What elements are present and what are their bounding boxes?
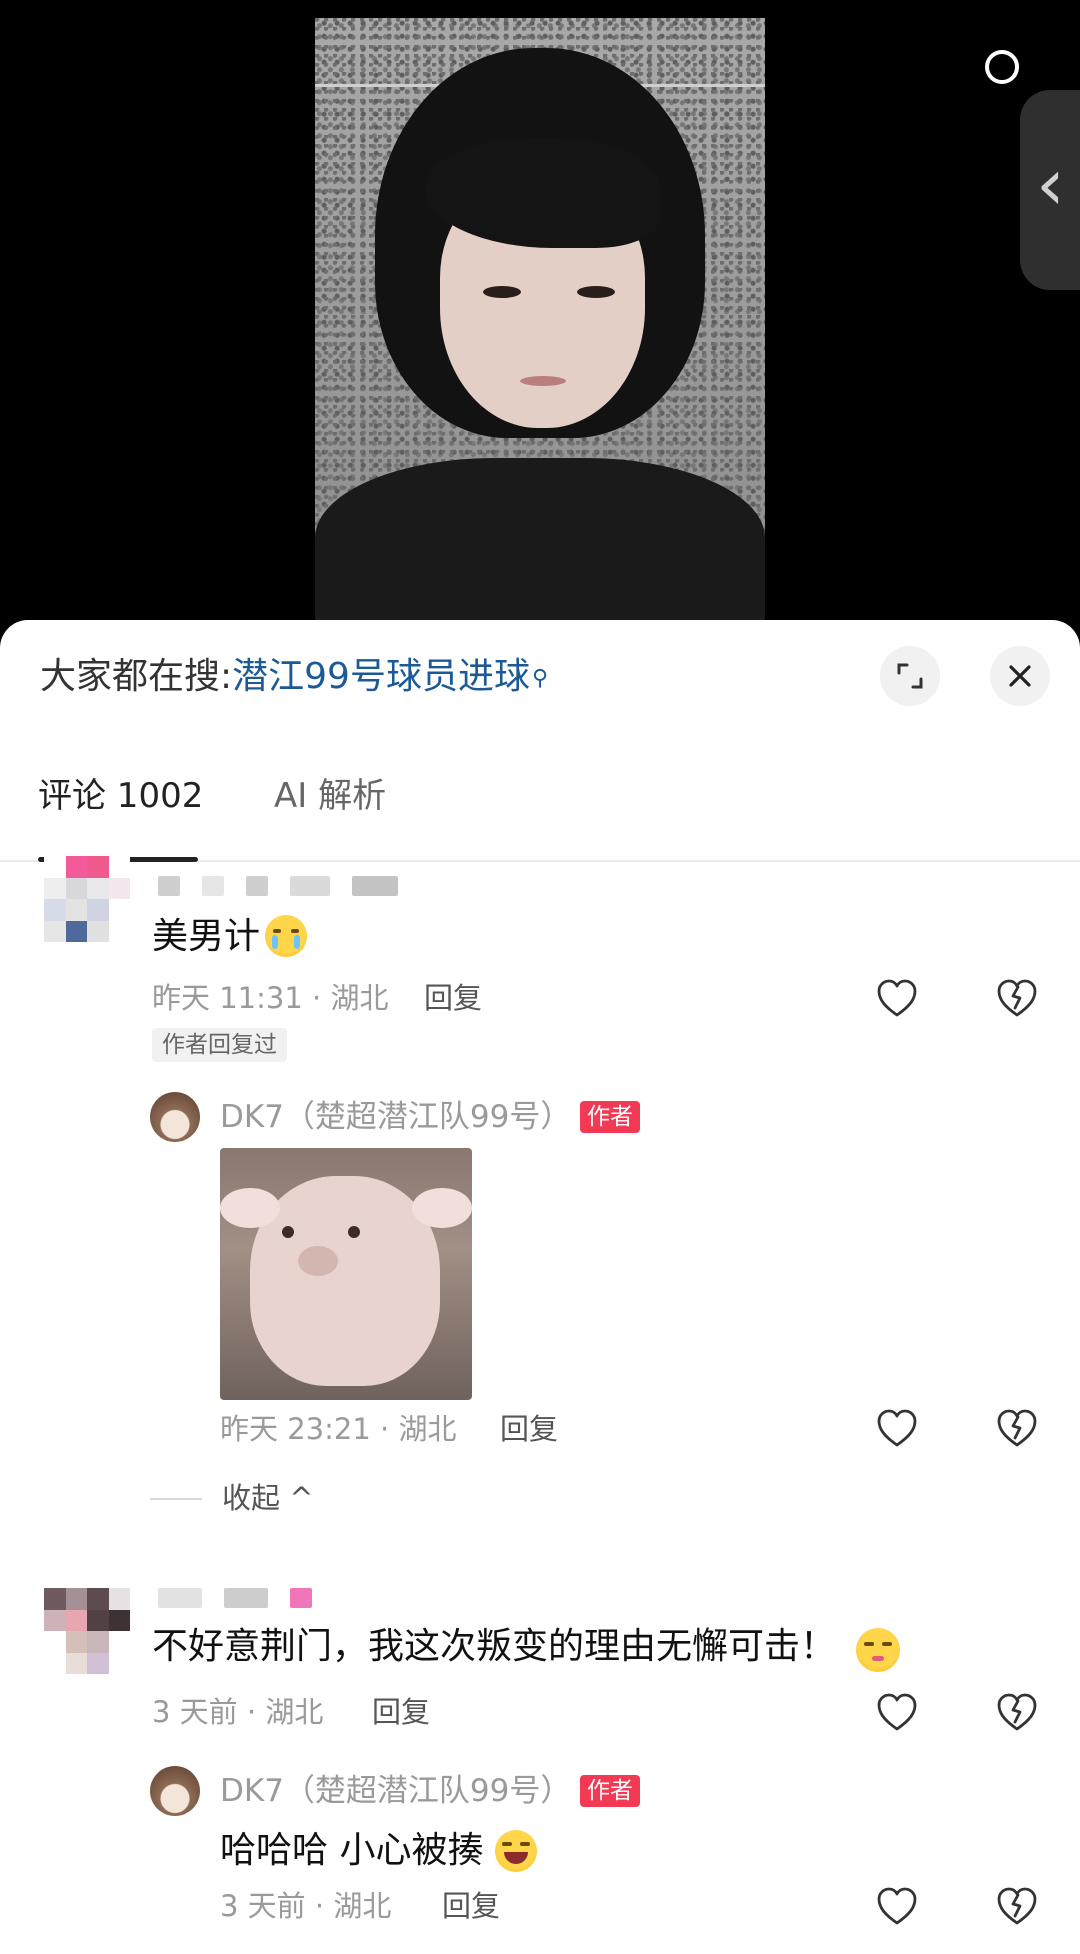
close-button[interactable] — [990, 646, 1050, 706]
sticker-eye-right — [348, 1226, 360, 1238]
circle-icon[interactable] — [985, 50, 1019, 84]
broken-heart-icon — [997, 1887, 1037, 1925]
like-button[interactable] — [874, 1884, 920, 1930]
video-player[interactable]: ‹ — [0, 0, 1080, 640]
username-blurred[interactable] — [158, 876, 398, 896]
expand-icon — [897, 663, 923, 689]
dislike-button[interactable] — [994, 1406, 1040, 1452]
reply-button[interactable]: 回复 — [372, 1692, 430, 1732]
crying-emoji-icon — [265, 915, 307, 957]
author-name[interactable]: DK7（楚超潜江队99号） — [220, 1769, 571, 1813]
sticker-eye-left — [282, 1226, 294, 1238]
dislike-button[interactable] — [994, 1690, 1040, 1736]
reply-text: 哈哈哈 小心被揍 — [220, 1830, 484, 1871]
tab-bar: 评论 1002 AI 解析 — [0, 750, 1080, 862]
laughing-emoji-icon — [495, 1830, 537, 1872]
username-blurred[interactable] — [158, 1588, 312, 1608]
tab-ai-analysis[interactable]: AI 解析 — [274, 772, 386, 820]
portrait-eye-right — [577, 286, 615, 298]
smirk-emoji-icon — [856, 1628, 900, 1672]
author-tag: 作者 — [580, 1775, 640, 1807]
dislike-button[interactable] — [994, 1884, 1040, 1930]
avatar[interactable] — [44, 1588, 130, 1674]
search-suggestion-query[interactable]: 潜江99号球员进球 — [232, 656, 530, 697]
comment-meta: 昨天 11:31 · 湖北 — [152, 981, 389, 1015]
broken-heart-icon — [997, 1693, 1037, 1731]
dislike-button[interactable] — [994, 976, 1040, 1022]
close-icon — [1009, 665, 1031, 687]
comment-text: 美男计 — [152, 912, 260, 962]
comment-text-content: 美男计 — [152, 916, 261, 957]
video-frame[interactable] — [315, 18, 765, 640]
broken-heart-icon — [997, 979, 1037, 1017]
search-icon: ⚲ — [531, 666, 549, 691]
author-tag: 作者 — [580, 1101, 640, 1133]
chevron-left-icon: ‹ — [1036, 142, 1065, 226]
author-name[interactable]: DK7（楚超潜江队99号） — [220, 1095, 571, 1139]
reply-button[interactable]: 回复 — [500, 1409, 558, 1449]
reply-button[interactable]: 回复 — [442, 1886, 500, 1926]
portrait-shirt — [315, 458, 765, 640]
side-drawer-handle[interactable]: ‹ — [1020, 90, 1080, 290]
reply-meta: 3 天前 · 湖北 — [220, 1889, 392, 1923]
like-button[interactable] — [874, 976, 920, 1022]
author-avatar[interactable] — [150, 1766, 200, 1816]
author-replied-badge: 作者回复过 — [152, 1028, 287, 1062]
sticker-ear-left — [220, 1188, 280, 1228]
collapse-label: 收起 ^ — [222, 1481, 314, 1515]
avatar[interactable] — [44, 856, 130, 942]
tab-comments[interactable]: 评论 1002 — [38, 772, 203, 820]
heart-icon — [877, 979, 917, 1017]
comment-meta: 3 天前 · 湖北 — [152, 1695, 324, 1729]
author-avatar[interactable] — [150, 1092, 200, 1142]
comment-text: 不好意荆门，我这次叛变的理由无懈可击！ — [152, 1626, 837, 1667]
portrait-mouth — [520, 376, 566, 386]
heart-icon — [877, 1887, 917, 1925]
expand-button[interactable] — [880, 646, 940, 706]
like-button[interactable] — [874, 1690, 920, 1736]
portrait-eye-left — [483, 286, 521, 298]
reply-meta: 昨天 23:21 · 湖北 — [220, 1412, 457, 1446]
collapse-divider — [150, 1498, 202, 1500]
sticker-ear-right — [412, 1188, 472, 1228]
sticker-snout — [298, 1246, 338, 1276]
heart-icon — [877, 1409, 917, 1447]
comment-sheet: 大家都在搜:潜江99号球员进球⚲ 评论 1002 AI 解析 美男计 昨天 11… — [0, 620, 1080, 1954]
broken-heart-icon — [997, 1409, 1037, 1447]
sticker-image[interactable] — [220, 1148, 472, 1400]
search-suggestion-prefix: 大家都在搜: — [40, 656, 233, 697]
heart-icon — [877, 1693, 917, 1731]
like-button[interactable] — [874, 1406, 920, 1452]
search-suggestion[interactable]: 大家都在搜:潜江99号球员进球⚲ — [40, 652, 548, 704]
reply-button[interactable]: 回复 — [424, 978, 482, 1018]
